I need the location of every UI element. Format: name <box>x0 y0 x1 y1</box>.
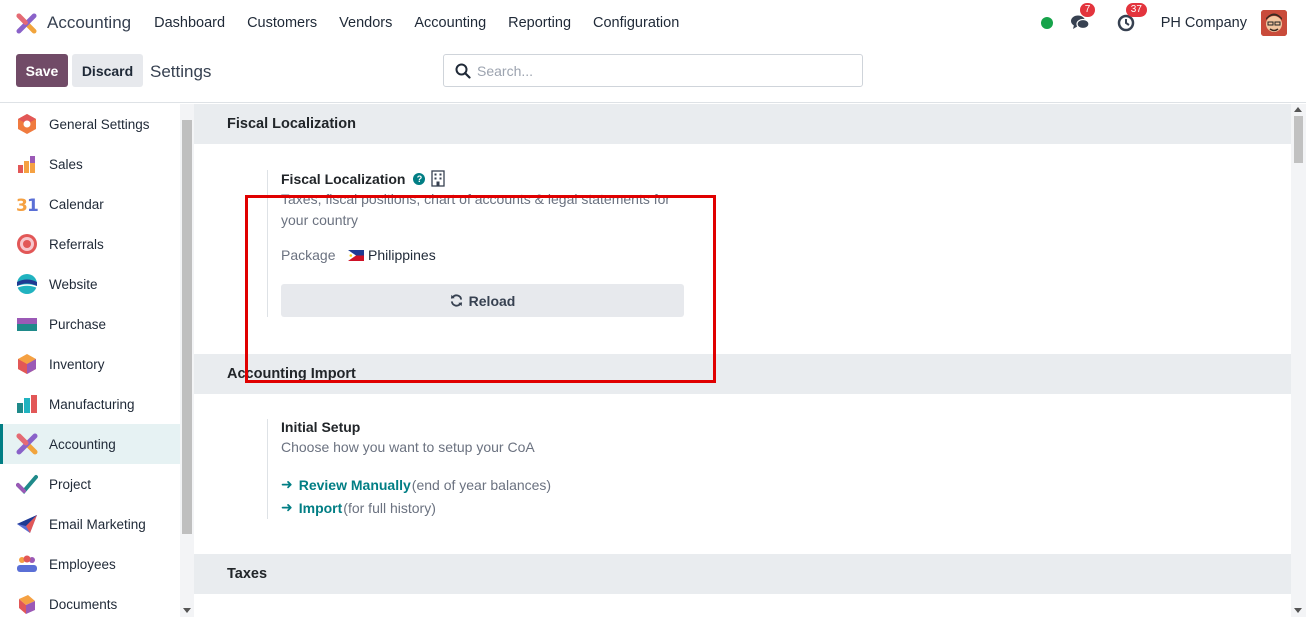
fiscal-setting-title: Fiscal Localization <box>281 170 406 187</box>
review-manually-link[interactable]: Review Manually <box>299 477 411 493</box>
user-avatar[interactable] <box>1261 10 1287 36</box>
sidebar-item-label: Documents <box>49 596 118 612</box>
top-navbar: Accounting Dashboard Customers Vendors A… <box>0 0 1306 46</box>
calendar-icon: 3 1 <box>16 196 38 215</box>
user-avatar-image <box>1261 10 1287 36</box>
fiscal-localization-section: Fiscal Localization ? Taxes, fiscal posi… <box>194 144 1291 383</box>
sidebar-item-label: Employees <box>49 556 116 572</box>
sidebar-item-label: Accounting <box>49 436 116 452</box>
search-box[interactable] <box>443 54 863 87</box>
import-note: (for full history) <box>343 499 436 516</box>
discard-button[interactable]: Discard <box>72 54 143 87</box>
settings-sidebar: General Settings Sales 3 1 Calendar Refe… <box>0 104 180 617</box>
menu-vendors[interactable]: Vendors <box>328 15 403 31</box>
content-scrollbar-thumb[interactable] <box>1294 116 1303 163</box>
initial-setup-description: Choose how you want to setup your CoA <box>281 439 535 455</box>
sidebar-item-label: Manufacturing <box>49 396 135 412</box>
messages-count-badge: 7 <box>1079 3 1096 17</box>
project-icon <box>16 475 38 494</box>
sidebar-item-website[interactable]: Website <box>0 264 180 304</box>
main-menu: Dashboard Customers Vendors Accounting R… <box>143 15 690 31</box>
import-row: ➜ Import (for full history) <box>281 496 683 519</box>
sidebar-item-accounting[interactable]: Accounting <box>0 424 180 464</box>
sidebar-item-label: Email Marketing <box>49 516 146 532</box>
navbar-systray: 7 37 PH Company <box>1040 0 1306 46</box>
sidebar-item-documents[interactable]: Documents <box>0 584 180 617</box>
fiscal-localization-section-header: Fiscal Localization <box>194 104 1291 144</box>
manufacturing-icon <box>17 395 37 413</box>
search-icon <box>455 63 471 79</box>
documents-icon <box>19 595 35 614</box>
save-button[interactable]: Save <box>16 54 68 87</box>
annotation-highlight-box <box>245 195 716 383</box>
app-brand[interactable]: Accounting <box>16 12 143 34</box>
sidebar-item-employees[interactable]: Employees <box>0 544 180 584</box>
menu-reporting[interactable]: Reporting <box>497 15 582 31</box>
menu-configuration[interactable]: Configuration <box>582 15 690 31</box>
purchase-icon <box>17 318 37 331</box>
initial-setup-title: Initial Setup <box>281 419 361 435</box>
scroll-up-arrow-icon[interactable] <box>1294 107 1302 112</box>
accounting-import-section: Initial Setup Choose how you want to set… <box>194 394 1291 554</box>
scroll-down-arrow-icon[interactable] <box>1294 608 1302 613</box>
control-panel: Save Discard Settings <box>0 46 1306 103</box>
sidebar-item-label: Project <box>49 476 92 492</box>
sidebar-item-sales[interactable]: Sales <box>0 144 180 184</box>
svg-text:1: 1 <box>27 196 38 215</box>
email-marketing-icon <box>17 515 37 533</box>
sidebar-scrollbar-thumb[interactable] <box>182 120 192 534</box>
sidebar-item-referrals[interactable]: Referrals <box>0 224 180 264</box>
arrow-right-icon: ➜ <box>281 499 293 515</box>
help-icon[interactable]: ? <box>413 172 426 185</box>
sidebar-scrollbar[interactable] <box>180 104 194 617</box>
sidebar-item-inventory[interactable]: Inventory <box>0 344 180 384</box>
sidebar-item-calendar[interactable]: 3 1 Calendar <box>0 184 180 224</box>
sales-icon <box>18 156 35 173</box>
sidebar-item-purchase[interactable]: Purchase <box>0 304 180 344</box>
content-scrollbar[interactable] <box>1291 104 1306 617</box>
page-title: Settings <box>150 62 212 81</box>
company-switcher[interactable]: PH Company <box>1161 15 1247 31</box>
sidebar-item-label: Calendar <box>49 196 104 212</box>
sidebar-item-label: General Settings <box>49 116 150 132</box>
sidebar-item-label: Referrals <box>49 236 104 252</box>
initial-setup-setting: Initial Setup Choose how you want to set… <box>267 419 683 519</box>
online-status-icon <box>1040 17 1053 29</box>
sidebar-item-general-settings[interactable]: General Settings <box>0 104 180 144</box>
review-manually-note: (end of year balances) <box>411 476 552 493</box>
referrals-icon <box>17 234 37 254</box>
app-name: Accounting <box>47 13 132 32</box>
settings-content: Fiscal Localization Fiscal Localization … <box>194 104 1291 617</box>
arrow-right-icon: ➜ <box>281 476 293 492</box>
inventory-icon <box>18 354 36 374</box>
accounting-app-icon <box>16 12 37 34</box>
fiscal-setting-title-row: Fiscal Localization ? <box>281 170 683 187</box>
company-building-icon <box>431 170 446 187</box>
general-settings-icon <box>18 114 36 134</box>
menu-accounting[interactable]: Accounting <box>403 15 497 31</box>
activities-count-badge: 37 <box>1125 3 1147 17</box>
sidebar-item-label: Purchase <box>49 316 107 332</box>
sidebar-item-label: Website <box>49 276 98 292</box>
activities-button[interactable]: 37 <box>1115 3 1147 34</box>
employees-icon <box>17 555 37 572</box>
sidebar-item-project[interactable]: Project <box>0 464 180 504</box>
review-manually-row: ➜ Review Manually (end of year balances) <box>281 473 683 496</box>
sidebar-item-label: Sales <box>49 156 83 172</box>
search-input[interactable] <box>477 62 847 79</box>
menu-dashboard[interactable]: Dashboard <box>143 15 236 31</box>
import-link[interactable]: Import <box>299 500 343 516</box>
taxes-section-header: Taxes <box>194 554 1291 594</box>
website-icon <box>16 274 38 294</box>
sidebar-item-email-marketing[interactable]: Email Marketing <box>0 504 180 544</box>
scroll-down-arrow-icon[interactable] <box>183 608 191 613</box>
accounting-icon <box>16 433 38 455</box>
sidebar-item-label: Inventory <box>49 356 105 372</box>
menu-customers[interactable]: Customers <box>236 15 328 31</box>
messages-button[interactable]: 7 <box>1069 3 1096 34</box>
sidebar-item-manufacturing[interactable]: Manufacturing <box>0 384 180 424</box>
